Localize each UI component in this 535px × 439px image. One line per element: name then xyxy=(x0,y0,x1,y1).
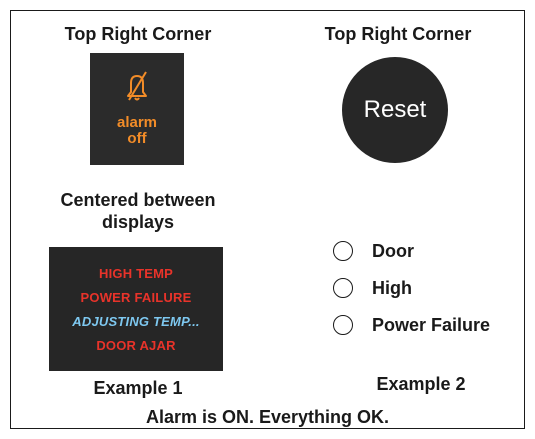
indicator-light xyxy=(333,315,353,335)
display-message: POWER FAILURE xyxy=(80,290,192,305)
alarm-status-text: Alarm is ON. Everything OK. xyxy=(145,407,390,427)
alarm-off-label-line2: off xyxy=(127,130,147,147)
example-2-caption: Example 2 xyxy=(376,374,466,394)
display-position-heading: Centered between displays xyxy=(51,189,225,233)
indicator-light xyxy=(333,241,353,261)
bell-slash-icon xyxy=(127,71,147,101)
alarm-off-button[interactable]: alarm off xyxy=(90,53,184,165)
indicator-label: Power Failure xyxy=(372,315,491,335)
alarm-button-position-heading: Top Right Corner xyxy=(64,24,212,44)
reset-button-position-heading: Top Right Corner xyxy=(324,24,472,44)
display-message: HIGH TEMP xyxy=(98,266,174,281)
indicator-light xyxy=(333,278,353,298)
display-message: ADJUSTING TEMP... xyxy=(72,314,200,329)
alarm-panel: Top Right Corner Top Right Corner alarm … xyxy=(10,10,525,429)
display-position-heading-line1: Centered between xyxy=(60,190,216,210)
indicator-label: High xyxy=(372,278,412,298)
indicator-label: Door xyxy=(372,241,414,261)
example-1-caption: Example 1 xyxy=(93,378,183,398)
reset-button[interactable]: Reset xyxy=(342,57,448,163)
alarm-off-label-line1: alarm xyxy=(116,114,158,131)
display-message: DOOR AJAR xyxy=(96,338,176,353)
alarm-off-label: alarm off xyxy=(90,115,184,147)
display-position-heading-line2: displays xyxy=(101,212,175,232)
message-display: HIGH TEMP POWER FAILURE ADJUSTING TEMP..… xyxy=(49,247,223,371)
